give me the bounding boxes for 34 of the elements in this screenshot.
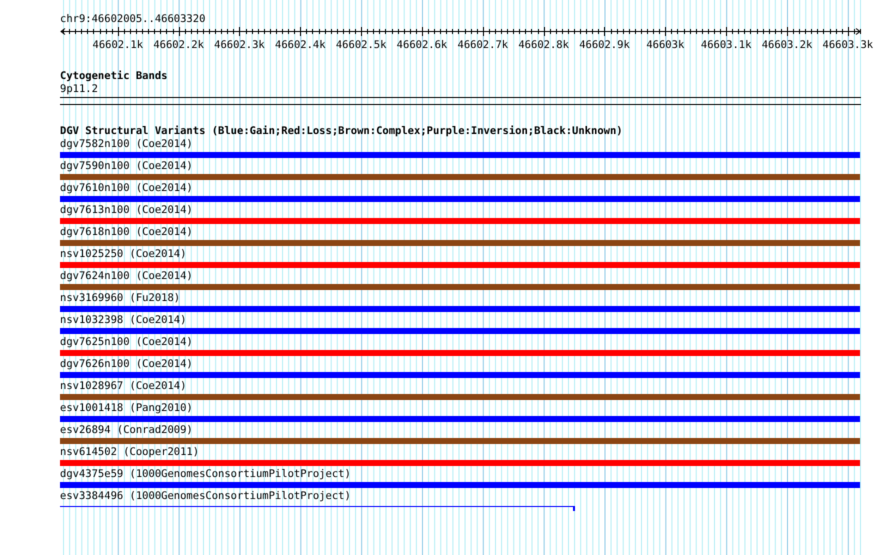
tick-label: 46602.9k [579,39,630,52]
tick-label: 46603.2k [762,39,812,52]
tick-label: 46602.2k [153,39,204,52]
tick-label: 46603.3k [822,39,874,52]
tick-label: 46603.1k [700,39,752,52]
feature-label: dgv7626n100 (Coe2014) [60,358,193,370]
tick-label: 46602.7k [458,39,508,52]
feature-label: nsv614502 (Cooper2011) [60,446,200,458]
feature-label: dgv7625n100 (Coe2014) [60,336,193,348]
feature-label: nsv1028967 (Coe2014) [60,380,186,392]
feature-label: dgv7590n100 (Coe2014) [60,160,193,172]
track-title: Cytogenetic Bands [60,70,168,83]
tick-label: 46602.6k [396,39,448,52]
band-label: 9p11.2 [60,83,98,95]
coordinates-label: chr9:46602005..46603320 [60,13,206,26]
feature-label: dgv7613n100 (Coe2014) [60,204,193,216]
tick-label: 46602.5k [336,39,386,52]
feature-label: esv3384496 (1000GenomesConsortiumPilotProject) [60,490,351,502]
feature-label: nsv3169960 (Fu2018) [60,292,180,304]
feature-label: dgv7624n100 (Coe2014) [60,270,193,282]
tick-label: 46602.3k [214,39,265,52]
feature-label: esv26894 (Conrad2009) [60,424,193,436]
feature-label: dgv7610n100 (Coe2014) [60,182,193,194]
tick-label: 46603k [646,39,684,52]
track-title: DGV Structural Variants (Blue:Gain;Red:Loss;Brown:Complex;Purple:Inversion;Black:Unknown) [60,125,623,138]
tick-label: 46602.4k [275,39,326,52]
tick-label: 46602.8k [518,39,569,52]
feature-label: dgv7582n100 (Coe2014) [60,138,193,150]
tick-label: 46602.1k [92,39,144,52]
feature-label: nsv1025250 (Coe2014) [60,248,186,260]
feature-label: esv1001418 (Pang2010) [60,402,193,414]
feature-label: nsv1032398 (Coe2014) [60,314,186,326]
feature-label: dgv4375e59 (1000GenomesConsortiumPilotProject) [60,468,351,480]
feature-label: dgv7618n100 (Coe2014) [60,226,193,238]
